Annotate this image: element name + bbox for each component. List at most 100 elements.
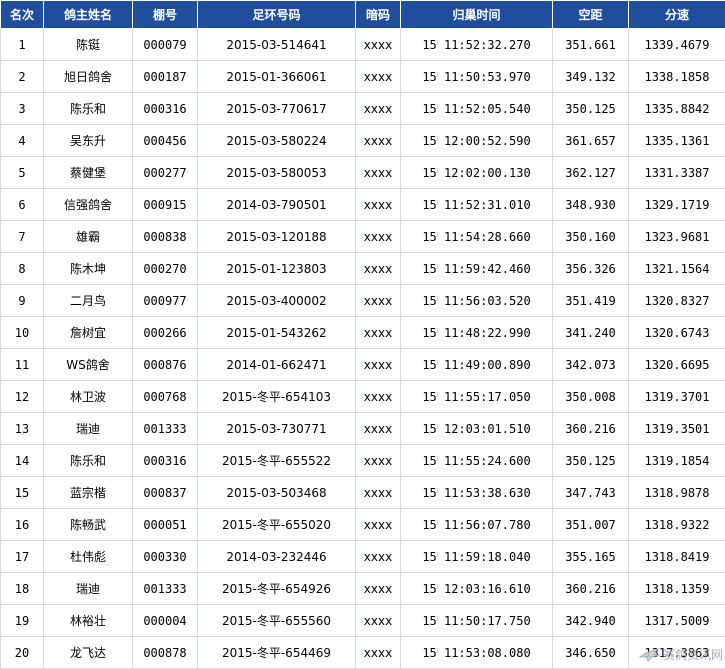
header-ring[interactable]: 足环号码: [198, 1, 356, 29]
cell-rank: 9: [1, 285, 44, 317]
cell-distance: 356.326: [553, 253, 629, 285]
cell-distance: 347.743: [553, 477, 629, 509]
table-row: 19林裕壮0000042015-冬平-655560xxxx15 11:50:17…: [1, 605, 725, 637]
table-row: 7雄霸0008382015-03-120188xxxx15 11:54:28.6…: [1, 221, 725, 253]
cell-rank: 16: [1, 509, 44, 541]
table-row: 20龙飞达0008782015-冬平-654469xxxx15 11:53:08…: [1, 637, 725, 669]
header-speed[interactable]: 分速: [629, 1, 725, 29]
cell-speed: 1320.6743: [629, 317, 725, 349]
cell-owner: WS鸽舍: [44, 349, 133, 381]
cell-loft: 000266: [133, 317, 198, 349]
cell-distance: 350.125: [553, 445, 629, 477]
cell-distance: 360.216: [553, 413, 629, 445]
cell-ring: 2015-03-503468: [198, 477, 356, 509]
cell-speed: 1323.9681: [629, 221, 725, 253]
cell-speed: 1318.1359: [629, 573, 725, 605]
cell-rank: 19: [1, 605, 44, 637]
cell-code: xxxx: [356, 637, 401, 669]
cell-arrival: 15 11:55:24.600: [401, 445, 553, 477]
cell-arrival: 15 11:55:17.050: [401, 381, 553, 413]
results-table: 名次 鸽主姓名 棚号 足环号码 暗码 归巢时间 空距 分速 1陈铤0000792…: [0, 0, 725, 669]
cell-rank: 12: [1, 381, 44, 413]
table-row: 3陈乐和0003162015-03-770617xxxx15 11:52:05.…: [1, 93, 725, 125]
table-row: 15蓝宗楷0008372015-03-503468xxxx15 11:53:38…: [1, 477, 725, 509]
cell-owner: 陈铤: [44, 29, 133, 61]
cell-owner: 陈畅武: [44, 509, 133, 541]
cell-distance: 346.650: [553, 637, 629, 669]
cell-owner: 二月鸟: [44, 285, 133, 317]
cell-loft: 000768: [133, 381, 198, 413]
cell-speed: 1318.9878: [629, 477, 725, 509]
header-loft[interactable]: 棚号: [133, 1, 198, 29]
table-row: 14陈乐和0003162015-冬平-655522xxxx15 11:55:24…: [1, 445, 725, 477]
cell-ring: 2015-03-400002: [198, 285, 356, 317]
table-row: 16陈畅武0000512015-冬平-655020xxxx15 11:56:07…: [1, 509, 725, 541]
cell-loft: 000316: [133, 93, 198, 125]
cell-code: xxxx: [356, 29, 401, 61]
cell-speed: 1319.3701: [629, 381, 725, 413]
cell-speed: 1318.8419: [629, 541, 725, 573]
cell-owner: 龙飞达: [44, 637, 133, 669]
cell-arrival: 15 11:50:17.750: [401, 605, 553, 637]
cell-arrival: 15 11:49:00.890: [401, 349, 553, 381]
table-row: 5蔡健堡0002772015-03-580053xxxx15 12:02:00.…: [1, 157, 725, 189]
cell-code: xxxx: [356, 221, 401, 253]
cell-speed: 1317.5009: [629, 605, 725, 637]
cell-rank: 11: [1, 349, 44, 381]
cell-rank: 10: [1, 317, 44, 349]
cell-arrival: 15 11:56:03.520: [401, 285, 553, 317]
cell-code: xxxx: [356, 541, 401, 573]
cell-ring: 2015-01-123803: [198, 253, 356, 285]
cell-code: xxxx: [356, 157, 401, 189]
cell-ring: 2015-冬平-655560: [198, 605, 356, 637]
cell-loft: 000456: [133, 125, 198, 157]
cell-ring: 2014-03-232446: [198, 541, 356, 573]
cell-distance: 349.132: [553, 61, 629, 93]
cell-speed: 1319.3501: [629, 413, 725, 445]
cell-code: xxxx: [356, 189, 401, 221]
cell-rank: 14: [1, 445, 44, 477]
cell-speed: 1339.4679: [629, 29, 725, 61]
cell-arrival: 15 12:03:16.610: [401, 573, 553, 605]
cell-loft: 000915: [133, 189, 198, 221]
cell-owner: 蔡健堡: [44, 157, 133, 189]
cell-ring: 2015-03-580224: [198, 125, 356, 157]
header-distance[interactable]: 空距: [553, 1, 629, 29]
header-arrival[interactable]: 归巢时间: [401, 1, 553, 29]
cell-owner: 林卫波: [44, 381, 133, 413]
cell-owner: 瑞迪: [44, 573, 133, 605]
table-row: 2旭日鸽舍0001872015-01-366061xxxx15 11:50:53…: [1, 61, 725, 93]
cell-owner: 雄霸: [44, 221, 133, 253]
cell-ring: 2015-冬平-655020: [198, 509, 356, 541]
cell-loft: 000270: [133, 253, 198, 285]
cell-code: xxxx: [356, 93, 401, 125]
cell-code: xxxx: [356, 349, 401, 381]
cell-code: xxxx: [356, 253, 401, 285]
cell-code: xxxx: [356, 605, 401, 637]
cell-arrival: 15 11:48:22.990: [401, 317, 553, 349]
cell-rank: 13: [1, 413, 44, 445]
cell-rank: 18: [1, 573, 44, 605]
cell-rank: 7: [1, 221, 44, 253]
cell-loft: 000316: [133, 445, 198, 477]
cell-rank: 4: [1, 125, 44, 157]
table-row: 4吴东升0004562015-03-580224xxxx15 12:00:52.…: [1, 125, 725, 157]
cell-arrival: 15 11:54:28.660: [401, 221, 553, 253]
cell-arrival: 15 11:50:53.970: [401, 61, 553, 93]
header-row: 名次 鸽主姓名 棚号 足环号码 暗码 归巢时间 空距 分速: [1, 1, 725, 29]
cell-speed: 1318.9322: [629, 509, 725, 541]
cell-owner: 吴东升: [44, 125, 133, 157]
cell-ring: 2015-03-120188: [198, 221, 356, 253]
cell-rank: 17: [1, 541, 44, 573]
table-row: 11WS鸽舍0008762014-01-662471xxxx15 11:49:0…: [1, 349, 725, 381]
header-rank[interactable]: 名次: [1, 1, 44, 29]
cell-loft: 000977: [133, 285, 198, 317]
cell-ring: 2015-冬平-654926: [198, 573, 356, 605]
header-owner[interactable]: 鸽主姓名: [44, 1, 133, 29]
cell-loft: 001333: [133, 573, 198, 605]
cell-arrival: 15 11:52:31.010: [401, 189, 553, 221]
header-code[interactable]: 暗码: [356, 1, 401, 29]
cell-arrival: 15 12:03:01.510: [401, 413, 553, 445]
cell-owner: 旭日鸽舍: [44, 61, 133, 93]
cell-loft: 000051: [133, 509, 198, 541]
